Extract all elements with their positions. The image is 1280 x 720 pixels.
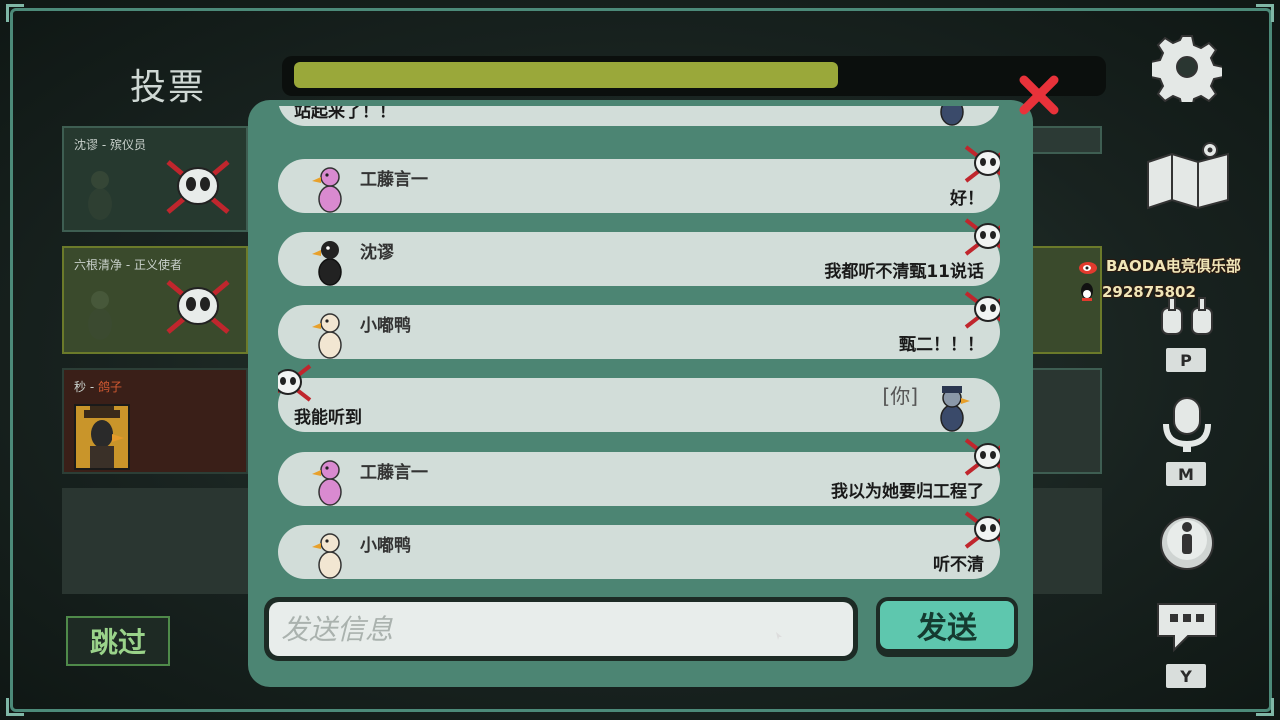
keybind-m: M bbox=[1166, 462, 1206, 486]
empty-player-slot bbox=[62, 488, 248, 594]
sender-avatar bbox=[312, 167, 342, 213]
you-tag: [你] bbox=[882, 384, 918, 408]
keybind-p: P bbox=[1166, 348, 1206, 372]
player-card-edge bbox=[1030, 368, 1102, 474]
send-button[interactable]: 发送 bbox=[876, 597, 1018, 657]
sender-name: 工藤言一 bbox=[360, 170, 428, 190]
chat-input[interactable] bbox=[269, 602, 853, 656]
player-avatar-frame bbox=[74, 404, 130, 470]
vote-timer-fill bbox=[294, 62, 838, 88]
player-card[interactable]: 沈谬 - 殡仪员 bbox=[62, 126, 248, 232]
player-avatar bbox=[88, 171, 112, 220]
sender-avatar bbox=[940, 386, 970, 432]
sender-avatar bbox=[312, 533, 342, 579]
dead-skull-icon bbox=[166, 160, 230, 214]
chat-message: 工藤言一我以为她要归工程了 bbox=[278, 438, 1000, 506]
player-name: 沈谬 - 殡仪员 bbox=[74, 138, 146, 152]
chat-input-wrapper bbox=[264, 597, 858, 661]
sender-avatar bbox=[312, 313, 342, 359]
weibo-icon bbox=[1079, 261, 1097, 274]
chat-message: 工藤言一好！ bbox=[278, 145, 1000, 213]
frame-corner bbox=[6, 4, 24, 22]
chat-message-list[interactable]: [你]站起来了！！工藤言一好！沈谬我都听不清甄11说话小嘟鸭甄二！！！[你]我能… bbox=[278, 106, 1000, 584]
message-text: 甄二！！！ bbox=[899, 335, 984, 355]
sender-avatar bbox=[312, 460, 342, 506]
dead-skull-icon bbox=[166, 280, 230, 334]
player-name: 六根清净 - 正义使者 bbox=[74, 258, 182, 272]
dead-skull-icon bbox=[964, 145, 1000, 183]
dead-skull-icon bbox=[964, 291, 1000, 329]
chat-message: 沈谬我都听不清甄11说话 bbox=[278, 218, 1000, 286]
info-icon[interactable] bbox=[1158, 514, 1216, 572]
chat-message: [你] 我能听到 bbox=[278, 364, 1000, 432]
player-card-edge bbox=[1030, 126, 1102, 154]
gear-icon[interactable] bbox=[1152, 32, 1222, 102]
push-to-talk-icon[interactable] bbox=[1158, 296, 1216, 336]
message-text: 我以为她要归工程了 bbox=[831, 482, 984, 502]
sender-avatar bbox=[940, 106, 964, 126]
microphone-icon[interactable] bbox=[1158, 396, 1216, 456]
dead-skull-icon bbox=[964, 218, 1000, 256]
message-text: 听不清 bbox=[933, 555, 984, 575]
message-text: 站起来了！！ bbox=[294, 106, 396, 122]
chat-message: 小嘟鸭听不清 bbox=[278, 511, 1000, 579]
dead-skull-icon bbox=[278, 364, 312, 402]
chat-message: [你]站起来了！！ bbox=[278, 106, 1000, 126]
sender-name: 小嘟鸭 bbox=[360, 316, 411, 336]
player-card-edge bbox=[1030, 488, 1102, 594]
close-icon[interactable] bbox=[1016, 72, 1062, 118]
player-name: 秒 - 鸽子 bbox=[74, 380, 122, 394]
sender-name: 小嘟鸭 bbox=[360, 536, 411, 556]
player-card[interactable]: 六根清净 - 正义使者 bbox=[62, 246, 248, 354]
sender-avatar bbox=[312, 241, 342, 286]
frame-corner bbox=[1256, 4, 1274, 22]
message-text: 我能听到 bbox=[294, 408, 362, 428]
frame-corner bbox=[1256, 698, 1274, 716]
frame-corner bbox=[6, 698, 24, 716]
sender-name: 工藤言一 bbox=[360, 463, 428, 483]
message-text: 我都听不清甄11说话 bbox=[824, 262, 984, 282]
sender-name: 沈谬 bbox=[360, 243, 394, 263]
send-button-label: 发送 bbox=[880, 601, 1014, 649]
dead-skull-icon bbox=[964, 438, 1000, 476]
player-card[interactable]: 秒 - 鸽子 bbox=[62, 368, 248, 474]
qq-icon bbox=[1081, 283, 1093, 301]
player-avatar bbox=[88, 291, 112, 340]
vote-title: 投票 bbox=[130, 67, 207, 108]
weibo-watermark: BAODA电竞俱乐部 bbox=[1078, 255, 1241, 276]
message-text: 好！ bbox=[950, 189, 984, 209]
skip-vote-button[interactable]: 跳过 bbox=[66, 616, 170, 666]
vote-timer-bar bbox=[282, 56, 1106, 96]
dead-skull-icon bbox=[964, 511, 1000, 549]
chat-icon[interactable] bbox=[1154, 600, 1220, 654]
mouse-cursor-icon bbox=[776, 632, 782, 640]
keybind-y: Y bbox=[1166, 664, 1206, 688]
detective-goose-avatar bbox=[84, 406, 124, 468]
chat-message: 小嘟鸭甄二！！！ bbox=[278, 291, 1000, 359]
map-icon[interactable] bbox=[1142, 140, 1236, 212]
